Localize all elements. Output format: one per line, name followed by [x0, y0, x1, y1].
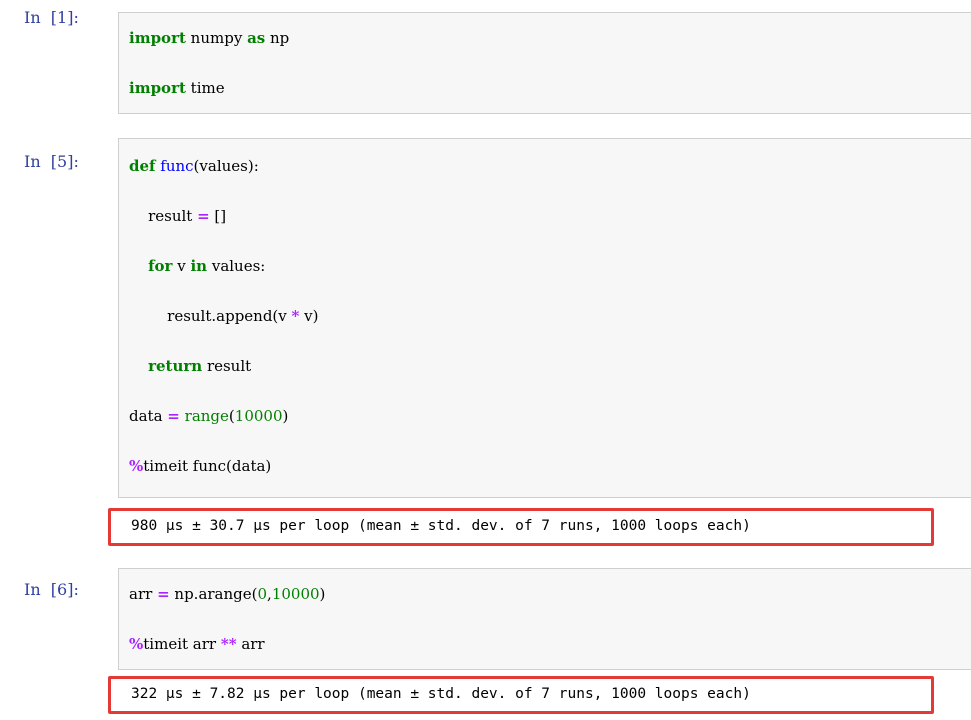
output-highlight-box: 980 µs ± 30.7 µs per loop (mean ± std. d…: [108, 508, 934, 546]
code-token: (values):: [193, 157, 259, 175]
code-token: arr: [236, 635, 265, 653]
output-highlight-box: 322 µs ± 7.82 µs per loop (mean ± std. d…: [108, 676, 934, 714]
cell-output-text: 322 µs ± 7.82 µs per loop (mean ± std. d…: [131, 686, 751, 702]
code-token: def: [129, 157, 156, 175]
code-token: %: [129, 457, 144, 475]
code-token: v): [299, 307, 319, 325]
code-line: import time: [129, 79, 225, 97]
code-line: %timeit arr ** arr: [129, 635, 265, 653]
code-token: timeit arr: [143, 635, 221, 653]
code-token: ): [282, 407, 289, 425]
code-token: 10000: [234, 407, 283, 425]
code-token: import: [129, 29, 186, 47]
code-token: in: [190, 257, 208, 275]
code-token: v: [172, 257, 191, 275]
code-token: return: [148, 357, 203, 375]
code-token: for: [148, 257, 173, 275]
code-token: time: [185, 79, 225, 97]
code-token: ): [319, 585, 326, 603]
code-line: data = range(10000): [129, 407, 288, 425]
code-line: result = []: [129, 207, 226, 225]
code-token: =: [157, 585, 170, 603]
code-input-area[interactable]: def func(values): result = [] for v in v…: [118, 138, 971, 498]
code-token: data: [129, 407, 168, 425]
code-token: 0: [257, 585, 268, 603]
code-line: result.append(v * v): [129, 307, 319, 325]
code-token: import: [129, 79, 186, 97]
code-token: =: [197, 207, 210, 225]
code-token: result.append(v: [129, 307, 292, 325]
code-line: %timeit func(data): [129, 457, 271, 475]
code-token: values:: [207, 257, 266, 275]
cell-prompt: In [6]:: [24, 580, 79, 599]
code-token: func: [160, 157, 194, 175]
code-token: range: [184, 407, 229, 425]
code-line: def func(values):: [129, 157, 259, 175]
code-line: arr = np.arange(0,10000): [129, 585, 325, 603]
code-token: timeit func(data): [143, 457, 272, 475]
code-token: np.arange(: [169, 585, 258, 603]
code-token: %: [129, 635, 144, 653]
code-line: import numpy as np: [129, 29, 289, 47]
code-input-area[interactable]: arr = np.arange(0,10000) %timeit arr ** …: [118, 568, 971, 670]
code-token: result: [202, 357, 252, 375]
code-token: arr: [129, 585, 158, 603]
code-token: result: [129, 207, 198, 225]
code-token: 10000: [271, 585, 320, 603]
code-token: numpy: [185, 29, 248, 47]
code-token: np: [265, 29, 290, 47]
code-token: []: [209, 207, 227, 225]
cell-output-text: 980 µs ± 30.7 µs per loop (mean ± std. d…: [131, 518, 751, 534]
cell-prompt: In [5]:: [24, 152, 79, 171]
code-token: =: [167, 407, 180, 425]
code-input-area[interactable]: import numpy as np import time: [118, 12, 971, 114]
cell-prompt: In [1]:: [24, 8, 79, 27]
code-line: return result: [129, 357, 251, 375]
code-line: for v in values:: [129, 257, 265, 275]
code-token: **: [220, 635, 237, 653]
code-token: as: [247, 29, 266, 47]
